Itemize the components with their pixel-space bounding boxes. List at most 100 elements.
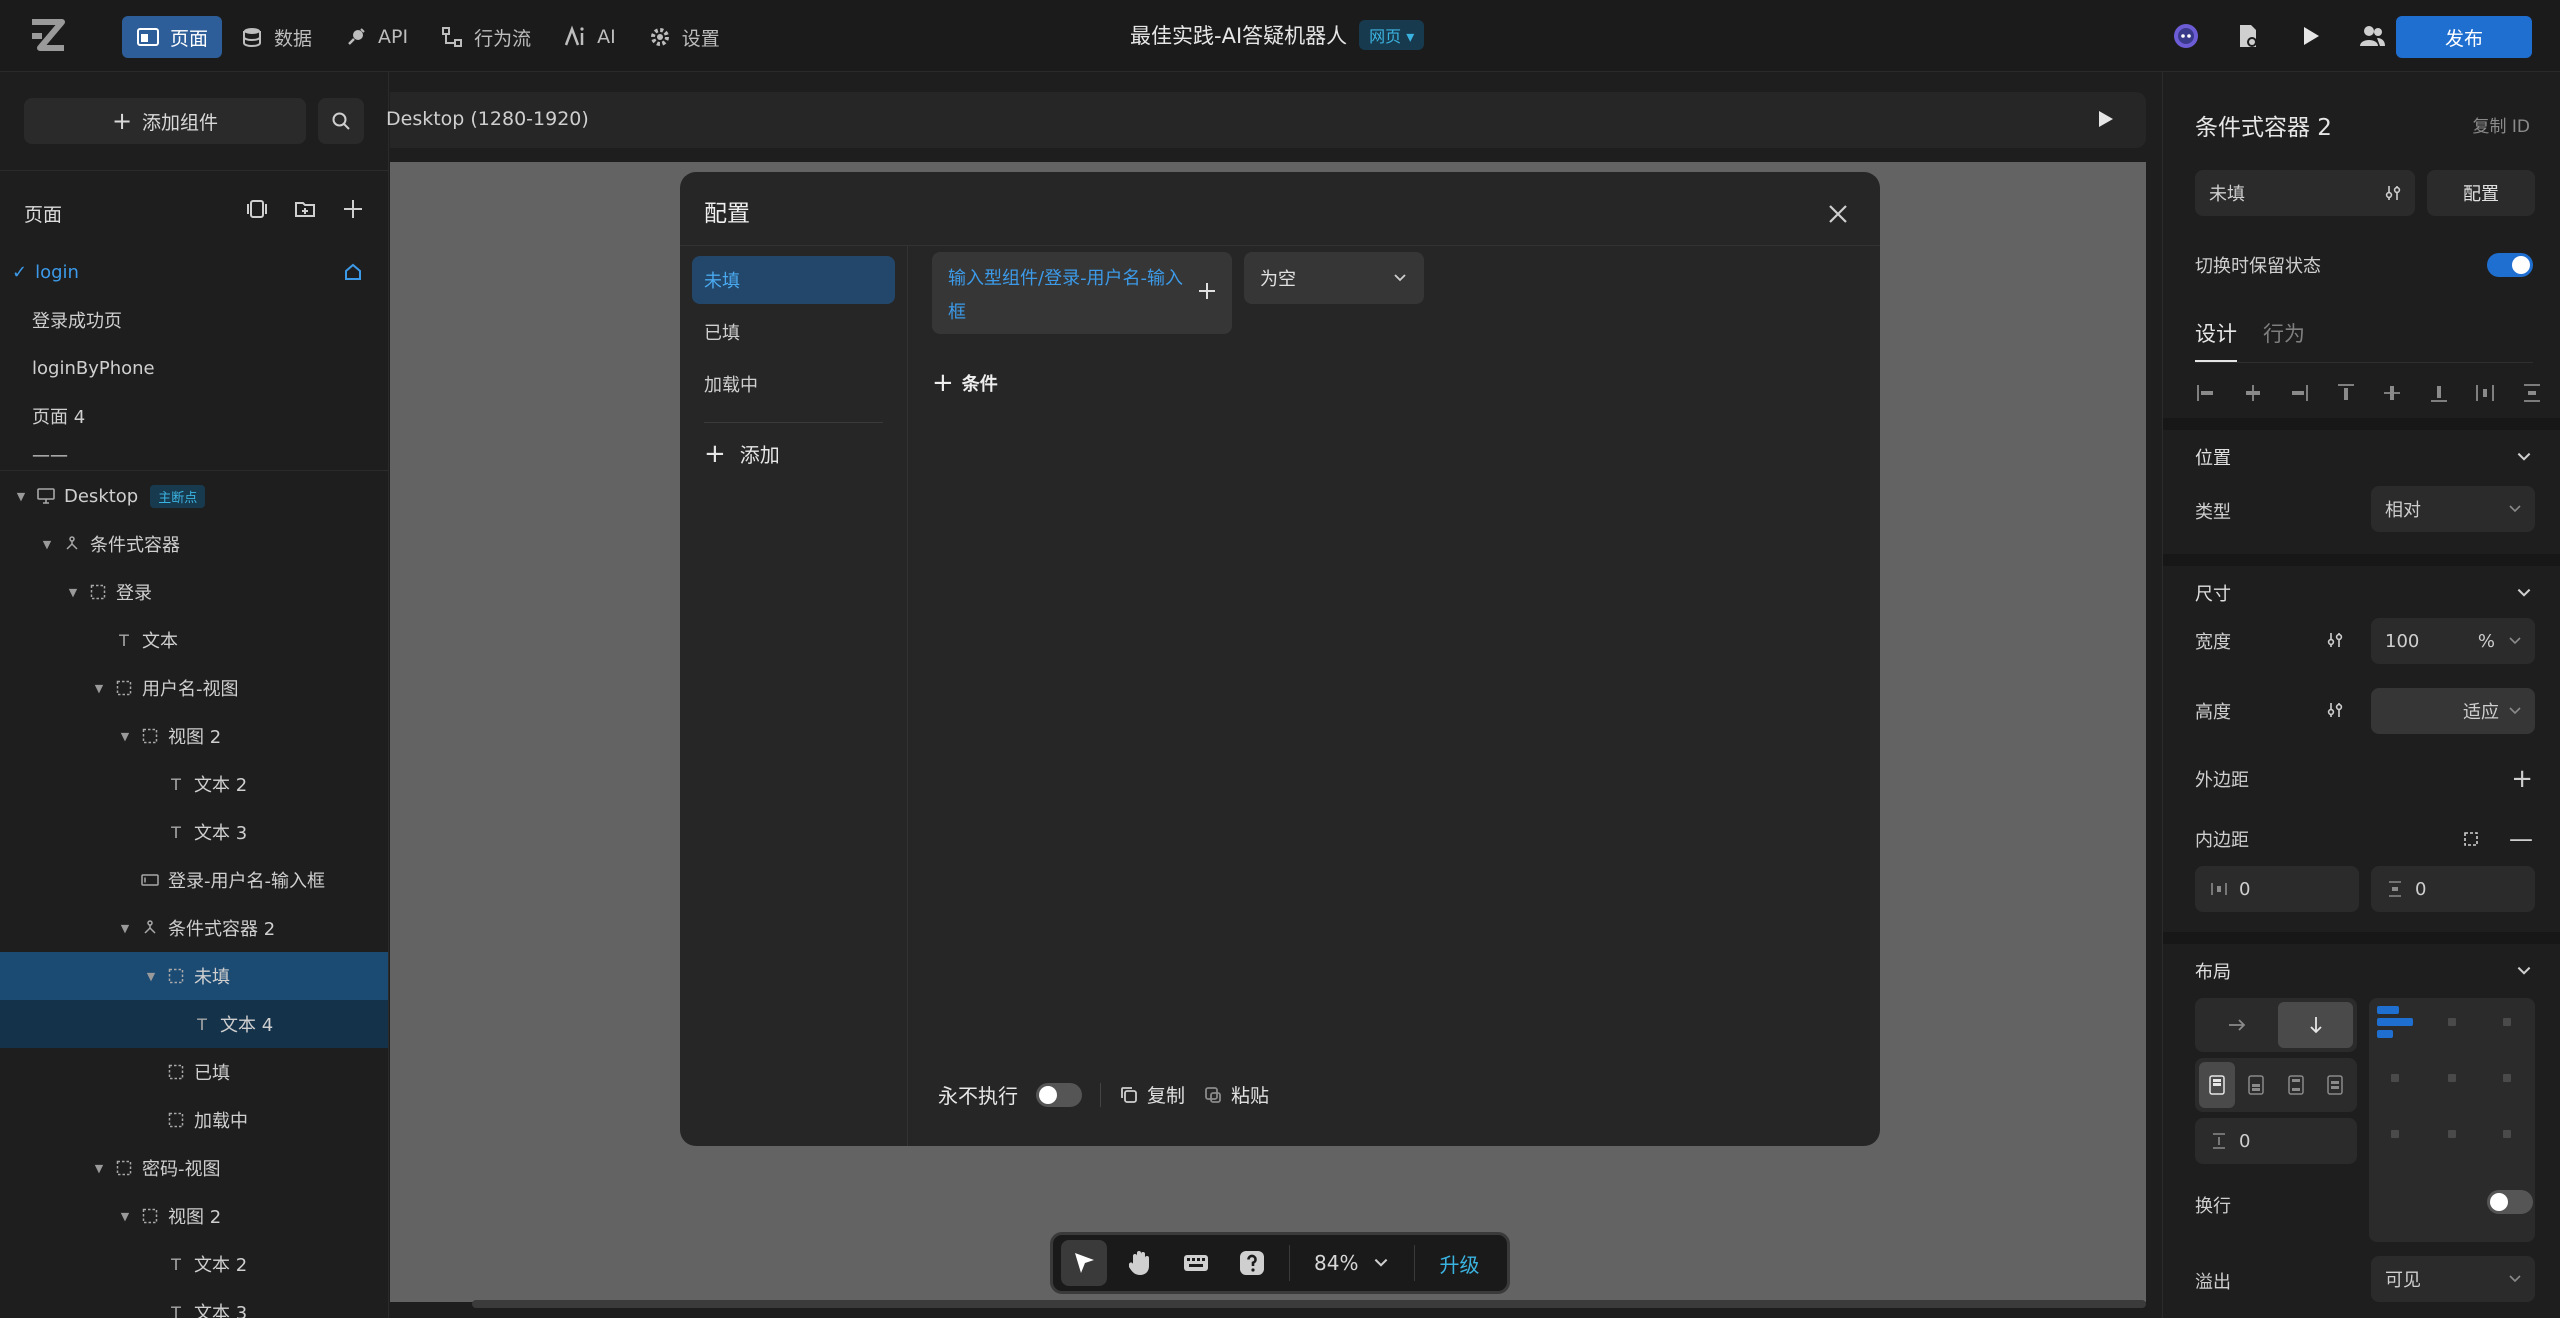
nav-settings[interactable]: 设置 bbox=[634, 16, 734, 58]
direction-row-button[interactable] bbox=[2199, 1002, 2274, 1048]
caret-down-icon[interactable]: ▼ bbox=[12, 490, 30, 503]
page-item-separator[interactable]: —— bbox=[0, 440, 388, 470]
tree-node-username-input[interactable]: 登录-用户名-输入框 bbox=[0, 856, 388, 904]
horizontal-scrollbar[interactable] bbox=[472, 1300, 2146, 1308]
nav-pages[interactable]: 页面 bbox=[122, 16, 223, 58]
height-select[interactable]: 适应 bbox=[2371, 688, 2535, 734]
page-item-login-by-phone[interactable]: loginByPhone bbox=[0, 344, 388, 392]
help-button[interactable] bbox=[1229, 1240, 1275, 1286]
tree-node-text-2[interactable]: T 文本 2 bbox=[0, 760, 388, 808]
alignment-dot[interactable] bbox=[2448, 1074, 2456, 1082]
page-settings-button[interactable] bbox=[2232, 20, 2264, 52]
width-unit[interactable]: % bbox=[2478, 631, 2495, 652]
align-center-vertical-icon[interactable] bbox=[2381, 382, 2403, 404]
collaborators-button[interactable] bbox=[2356, 20, 2388, 52]
condition-field-chip[interactable]: 输入型组件/登录-用户名-输入框 bbox=[932, 252, 1232, 334]
distribution-around-button[interactable] bbox=[2318, 1062, 2354, 1108]
tree-node-filled[interactable]: 已填 bbox=[0, 1048, 388, 1096]
never-execute-toggle[interactable] bbox=[1036, 1082, 1082, 1107]
position-section-header[interactable]: 位置 bbox=[2195, 444, 2533, 470]
caret-down-icon[interactable]: ▼ bbox=[116, 1210, 134, 1223]
publish-button[interactable]: 发布 bbox=[2396, 16, 2532, 58]
link-variable-icon[interactable] bbox=[2383, 183, 2403, 203]
preview-button[interactable] bbox=[2294, 20, 2326, 52]
padding-horizontal-input[interactable]: 0 bbox=[2195, 866, 2359, 912]
tree-node-conditional-container[interactable]: ▼ 条件式容器 bbox=[0, 520, 388, 568]
select-tool-button[interactable] bbox=[1061, 1240, 1107, 1286]
caret-down-icon[interactable]: ▼ bbox=[90, 1162, 108, 1175]
alignment-dot[interactable] bbox=[2503, 1130, 2511, 1138]
nav-ai[interactable]: AI bbox=[549, 16, 630, 58]
direction-column-button[interactable] bbox=[2278, 1002, 2353, 1048]
hand-tool-button[interactable] bbox=[1117, 1240, 1163, 1286]
tree-node-text[interactable]: T 文本 bbox=[0, 616, 388, 664]
caret-down-icon[interactable]: ▼ bbox=[90, 682, 108, 695]
state-item-filled[interactable]: 已填 bbox=[692, 308, 895, 356]
tree-node-password-view[interactable]: ▼ 密码-视图 bbox=[0, 1144, 388, 1192]
nav-data[interactable]: 数据 bbox=[226, 16, 326, 58]
tree-node-text-2b[interactable]: T 文本 2 bbox=[0, 1240, 388, 1288]
add-state-button[interactable]: + 添加 bbox=[680, 439, 907, 468]
nav-api[interactable]: API bbox=[330, 16, 422, 58]
alignment-dot[interactable] bbox=[2448, 1018, 2456, 1026]
assistant-button[interactable] bbox=[2170, 20, 2202, 52]
page-template-icon[interactable] bbox=[246, 198, 268, 220]
align-left-icon[interactable] bbox=[2195, 382, 2217, 404]
tree-node-text-4[interactable]: T 文本 4 bbox=[0, 1000, 388, 1048]
alignment-dot[interactable] bbox=[2503, 1074, 2511, 1082]
layout-section-header[interactable]: 布局 bbox=[2195, 958, 2533, 984]
search-button[interactable] bbox=[318, 98, 364, 144]
paste-button[interactable]: 粘贴 bbox=[1203, 1081, 1269, 1108]
state-select[interactable]: 未填 bbox=[2195, 170, 2415, 216]
tree-node-view-2b[interactable]: ▼ 视图 2 bbox=[0, 1192, 388, 1240]
distribute-vertical-icon[interactable] bbox=[2521, 382, 2543, 404]
zoom-select[interactable]: 84% bbox=[1304, 1251, 1400, 1275]
page-item-page-4[interactable]: 页面 4 bbox=[0, 392, 388, 440]
add-component-button[interactable]: + 添加组件 bbox=[24, 98, 306, 144]
tree-node-loading[interactable]: 加载中 bbox=[0, 1096, 388, 1144]
nav-flow[interactable]: 行为流 bbox=[426, 16, 545, 58]
play-icon[interactable] bbox=[2094, 108, 2116, 130]
alignment-dot[interactable] bbox=[2448, 1130, 2456, 1138]
tree-node-text-3[interactable]: T 文本 3 bbox=[0, 808, 388, 856]
alignment-dot[interactable] bbox=[2391, 1130, 2399, 1138]
condition-operator-select[interactable]: 为空 bbox=[1244, 252, 1424, 304]
caret-down-icon[interactable]: ▼ bbox=[116, 922, 134, 935]
tree-node-login-view[interactable]: ▼ 登录 bbox=[0, 568, 388, 616]
tab-behavior[interactable]: 行为 bbox=[2263, 318, 2305, 363]
state-item-unfilled[interactable]: 未填 bbox=[692, 256, 895, 304]
caret-down-icon[interactable]: ▼ bbox=[38, 538, 56, 551]
add-page-icon[interactable] bbox=[342, 198, 364, 220]
page-item-login-success[interactable]: 登录成功页 bbox=[0, 296, 388, 344]
state-item-loading[interactable]: 加载中 bbox=[692, 360, 895, 408]
remove-padding-icon[interactable]: — bbox=[2509, 827, 2533, 851]
app-logo[interactable] bbox=[28, 18, 68, 56]
width-input[interactable]: 100 % bbox=[2371, 618, 2535, 664]
distribution-start-button[interactable] bbox=[2199, 1062, 2235, 1108]
distribute-horizontal-icon[interactable] bbox=[2474, 382, 2496, 404]
plus-icon[interactable] bbox=[1196, 280, 1218, 302]
caret-down-icon[interactable]: ▼ bbox=[64, 586, 82, 599]
keyboard-shortcuts-button[interactable] bbox=[1173, 1240, 1219, 1286]
link-variable-icon[interactable] bbox=[2325, 700, 2345, 720]
align-bottom-icon[interactable] bbox=[2428, 382, 2450, 404]
close-icon[interactable] bbox=[1826, 202, 1850, 226]
tree-node-conditional-container-2[interactable]: ▼ 条件式容器 2 bbox=[0, 904, 388, 952]
padding-vertical-input[interactable]: 0 bbox=[2371, 866, 2535, 912]
distribution-between-button[interactable] bbox=[2278, 1062, 2314, 1108]
new-folder-icon[interactable] bbox=[294, 198, 316, 220]
home-icon[interactable] bbox=[343, 262, 363, 282]
overflow-select[interactable]: 可见 bbox=[2371, 1256, 2535, 1302]
tree-node-desktop[interactable]: ▼ Desktop 主断点 bbox=[0, 472, 388, 520]
tree-node-username-view[interactable]: ▼ 用户名-视图 bbox=[0, 664, 388, 712]
size-section-header[interactable]: 尺寸 bbox=[2195, 580, 2533, 606]
align-top-icon[interactable] bbox=[2335, 382, 2357, 404]
tree-node-text-3b[interactable]: T 文本 3 bbox=[0, 1288, 388, 1318]
link-variable-icon[interactable] bbox=[2325, 630, 2345, 650]
wrap-toggle[interactable] bbox=[2487, 1190, 2533, 1214]
alignment-dot[interactable] bbox=[2391, 1074, 2399, 1082]
tree-node-view-2[interactable]: ▼ 视图 2 bbox=[0, 712, 388, 760]
add-condition-button[interactable]: + 条件 bbox=[932, 370, 998, 396]
upgrade-button[interactable]: 升级 bbox=[1429, 1249, 1489, 1278]
tree-node-unfilled[interactable]: ▼ 未填 bbox=[0, 952, 388, 1000]
